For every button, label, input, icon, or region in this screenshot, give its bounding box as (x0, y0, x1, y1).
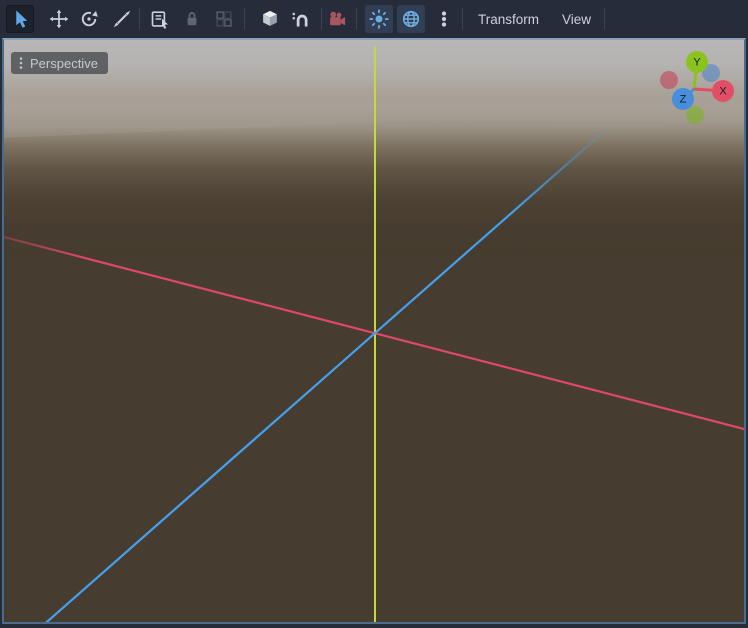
gizmo-x-ball[interactable] (712, 80, 734, 102)
group-button[interactable] (210, 5, 238, 33)
perspective-label: Perspective (30, 56, 98, 71)
group-icon (214, 9, 234, 29)
local-space-button[interactable] (256, 5, 284, 33)
view-menu[interactable]: View (552, 0, 601, 38)
camera-override-button[interactable] (323, 5, 351, 33)
more-options-button[interactable] (430, 5, 458, 33)
globe-icon (401, 9, 421, 29)
select-arrow-icon (10, 9, 30, 29)
rotate-tool-button[interactable] (75, 5, 103, 33)
lock-button[interactable] (178, 5, 206, 33)
view-orientation-gizmo: Y X Z (644, 48, 744, 138)
toolbar-separator (321, 8, 322, 30)
3d-viewport[interactable]: Perspective Y X (2, 38, 746, 624)
rotate-icon (79, 9, 99, 29)
view-menu-label: View (562, 12, 591, 27)
toolbar-separator (356, 8, 357, 30)
viewport-toolbar: Transform View (0, 0, 748, 38)
lock-icon (182, 9, 202, 29)
list-select-icon (150, 9, 170, 29)
snap-button[interactable] (286, 5, 314, 33)
snap-magnet-icon (290, 9, 310, 29)
toolbar-separator (462, 8, 463, 30)
cube-icon (260, 9, 280, 29)
world-axes (4, 40, 744, 622)
gizmo-y-ball[interactable] (686, 51, 708, 73)
scale-tool-button[interactable] (108, 5, 136, 33)
camera-icon (327, 9, 347, 29)
toolbar-separator (604, 8, 605, 30)
toolbar-separator (139, 8, 140, 30)
godot-3d-editor: Transform View (0, 0, 748, 628)
sun-icon (369, 9, 389, 29)
preview-sun-button[interactable] (365, 5, 393, 33)
perspective-dropdown[interactable]: Perspective (11, 52, 108, 74)
z-axis-line (40, 121, 616, 622)
list-select-button[interactable] (146, 5, 174, 33)
scale-icon (112, 9, 132, 29)
gizmo-negative-x-ball[interactable] (660, 71, 678, 89)
move-icon (49, 9, 69, 29)
scene-sky: Perspective Y X (4, 40, 744, 622)
transform-menu-label: Transform (478, 12, 539, 27)
gizmo-negative-y-ball[interactable] (686, 106, 704, 124)
gizmo-z-ball[interactable] (672, 88, 694, 110)
kebab-menu-icon (18, 55, 24, 71)
select-tool-button[interactable] (6, 5, 34, 33)
toolbar-separator (244, 8, 245, 30)
kebab-menu-icon (434, 9, 454, 29)
transform-menu[interactable]: Transform (468, 0, 549, 38)
move-tool-button[interactable] (45, 5, 73, 33)
preview-environment-button[interactable] (397, 5, 425, 33)
